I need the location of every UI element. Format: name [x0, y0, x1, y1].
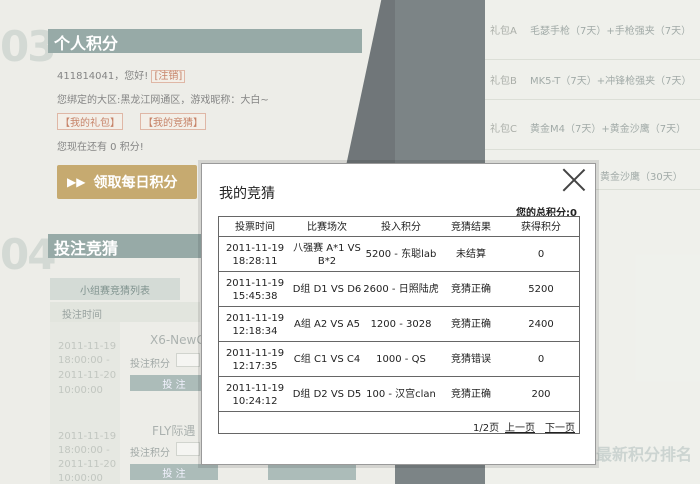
- guess-table: 投票时间 比赛场次 投入积分 竞猜结果 获得积分 2011-11-19 18:2…: [218, 216, 580, 434]
- match-cell: C组 C1 VS C4: [293, 354, 361, 365]
- pagination: 1/2页 上一页 下一页: [219, 415, 579, 434]
- result-cell: 竞猜正确: [451, 389, 491, 400]
- vote-date: 2011-11-19: [225, 277, 285, 289]
- result-cell: 竞猜错误: [451, 354, 491, 365]
- match-line: B*2: [317, 255, 337, 267]
- vote-date: 2011-11-19: [225, 382, 285, 394]
- stake-cell: 1200 - 3028: [370, 319, 432, 330]
- vote-time-cell: 2011-11-19 18:28:11: [219, 237, 291, 272]
- vote-time: 15:45:38: [232, 290, 278, 302]
- match-cell: D组 D2 VS D5: [292, 389, 362, 400]
- table-row: 2011-11-19 10:24:12 D组 D2 VS D5 100 - 汉宫…: [219, 377, 579, 412]
- earned-cell: 2400: [528, 319, 554, 330]
- column-header: 比赛场次: [307, 221, 347, 233]
- match-cell: A组 A2 VS A5: [294, 319, 360, 330]
- table-row: 2011-11-19 12:18:34 A组 A2 VS A5 1200 - 3…: [219, 307, 579, 342]
- result-cell: 竞猜正确: [451, 319, 491, 330]
- vote-time: 10:24:12: [232, 395, 278, 407]
- earned-cell: 0: [537, 354, 545, 365]
- column-header: 获得积分: [521, 221, 561, 233]
- match-cell: 八强赛 A*1 VS B*2: [291, 237, 363, 272]
- earned-cell: 5200: [528, 284, 554, 295]
- match-cell: D组 D1 VS D6: [292, 284, 362, 295]
- next-page-link[interactable]: 下一页: [545, 419, 575, 434]
- stake-cell: 2600 - 日照陆虎: [363, 284, 439, 295]
- earned-cell: 200: [531, 389, 551, 400]
- page-info: 1/2页: [473, 423, 500, 434]
- vote-time-cell: 2011-11-19 10:24:12: [219, 377, 291, 412]
- vote-date: 2011-11-19: [225, 242, 285, 254]
- vote-time-cell: 2011-11-19 15:45:38: [219, 272, 291, 307]
- result-cell: 未结算: [456, 249, 486, 260]
- earned-cell: 0: [537, 249, 545, 260]
- table-row: 2011-11-19 15:45:38 D组 D1 VS D6 2600 - 日…: [219, 272, 579, 307]
- column-header: 投票时间: [235, 221, 275, 233]
- stake-cell: 1000 - QS: [376, 354, 426, 365]
- column-header: 竞猜结果: [451, 221, 491, 233]
- my-guess-dialog: 我的竞猜 您的总积分:0 投票时间 比赛场次 投入积分 竞猜结果 获得积分 20…: [201, 163, 596, 465]
- result-cell: 竞猜正确: [451, 284, 491, 295]
- vote-time-cell: 2011-11-19 12:18:34: [219, 307, 291, 342]
- stake-cell: 5200 - 东聪lab: [365, 249, 437, 260]
- close-icon[interactable]: [559, 164, 589, 194]
- stake-cell: 100 - 汉宫clan: [366, 389, 436, 400]
- vote-date: 2011-11-19: [225, 347, 285, 359]
- dialog-title: 我的竞猜: [219, 186, 275, 202]
- vote-time: 12:18:34: [232, 325, 278, 337]
- table-header: 投票时间 比赛场次 投入积分 竞猜结果 获得积分: [219, 217, 579, 237]
- table-row: 2011-11-19 18:28:11 八强赛 A*1 VS B*2 5200 …: [219, 237, 579, 272]
- match-line: 八强赛 A*1 VS: [293, 242, 361, 254]
- vote-time: 12:17:35: [232, 360, 278, 372]
- column-header: 投入积分: [381, 221, 421, 233]
- table-row: 2011-11-19 12:17:35 C组 C1 VS C4 1000 - Q…: [219, 342, 579, 377]
- prev-page-link[interactable]: 上一页: [505, 419, 535, 434]
- vote-time: 18:28:11: [232, 255, 278, 267]
- vote-time-cell: 2011-11-19 12:17:35: [219, 342, 291, 377]
- vote-date: 2011-11-19: [225, 312, 285, 324]
